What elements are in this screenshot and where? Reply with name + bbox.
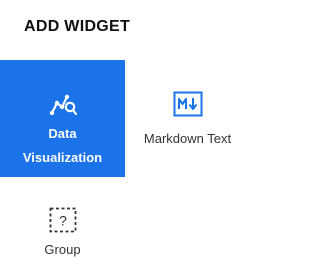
markdown-icon bbox=[173, 91, 202, 117]
data-visualization-icon bbox=[49, 94, 77, 116]
svg-text:?: ? bbox=[59, 213, 67, 229]
add-widget-panel: ADD WIDGET Data Visualization Markdown T… bbox=[0, 0, 270, 268]
widget-tile-data-visualization[interactable]: Data Visualization bbox=[0, 60, 125, 177]
panel-title: ADD WIDGET bbox=[24, 18, 131, 35]
widget-label-line2: Visualization bbox=[22, 150, 103, 165]
widget-tile-group[interactable]: ? Group bbox=[0, 190, 125, 268]
widget-label-line1: Data bbox=[48, 126, 77, 141]
widget-tile-markdown-text[interactable]: Markdown Text bbox=[125, 60, 250, 177]
widget-label: Group bbox=[44, 242, 81, 257]
group-icon: ? bbox=[49, 207, 76, 233]
widget-label: Markdown Text bbox=[143, 131, 232, 146]
widget-label: Data Visualization bbox=[8, 122, 118, 170]
